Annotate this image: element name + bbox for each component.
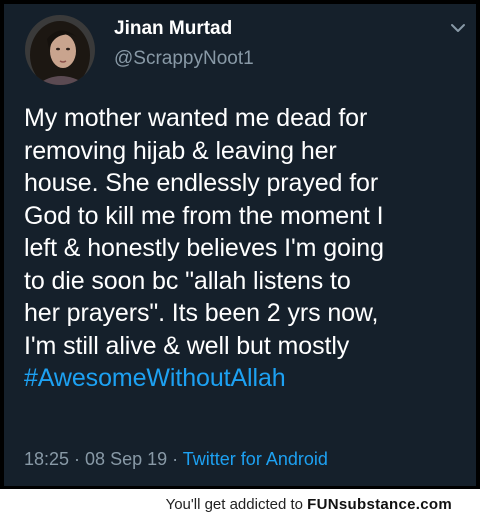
tweet-text-line: My mother wanted me dead for [24,104,368,132]
user-handle[interactable]: @ScrappyNoot1 [114,48,254,70]
avatar[interactable] [25,15,95,85]
tweet-text-line: house. She endlessly prayed for [24,169,379,197]
tweet-text: My mother wanted me dead for removing hi… [24,102,469,395]
tweet-card: Jinan Murtad @ScrappyNoot1 My mother wan… [4,4,476,486]
chevron-down-icon[interactable] [450,22,466,34]
watermark-footer: You'll get addicted to FUNsubstance.com [0,489,480,519]
display-name[interactable]: Jinan Murtad [114,18,232,40]
tweet-text-line: her prayers". Its been 2 yrs now, [24,299,379,327]
tweet-text-line: I'm still alive & well but mostly [24,331,350,360]
tweet-text-line: removing hijab & leaving her [24,136,337,165]
watermark-brand: FUNsubstance.com [307,496,452,513]
hashtag-link[interactable]: #AwesomeWithoutAllah [24,362,469,395]
tweet-text-line: left & honestly believes I'm going [24,234,384,262]
tweet-text-line: to die soon bc "allah listens to [24,266,351,295]
source-link[interactable]: Twitter for Android [183,449,328,469]
tweet-metadata: 18:25 · 08 Sep 19 · Twitter for Android [24,449,328,470]
tweet-text-line: God to kill me from the moment I [24,201,384,230]
avatar-image [25,15,95,85]
timestamp[interactable]: 18:25 · 08 Sep 19 · [24,449,183,469]
watermark-prefix: You'll get addicted to [165,496,308,513]
watermark-text: You'll get addicted to FUNsubstance.com [166,496,452,513]
